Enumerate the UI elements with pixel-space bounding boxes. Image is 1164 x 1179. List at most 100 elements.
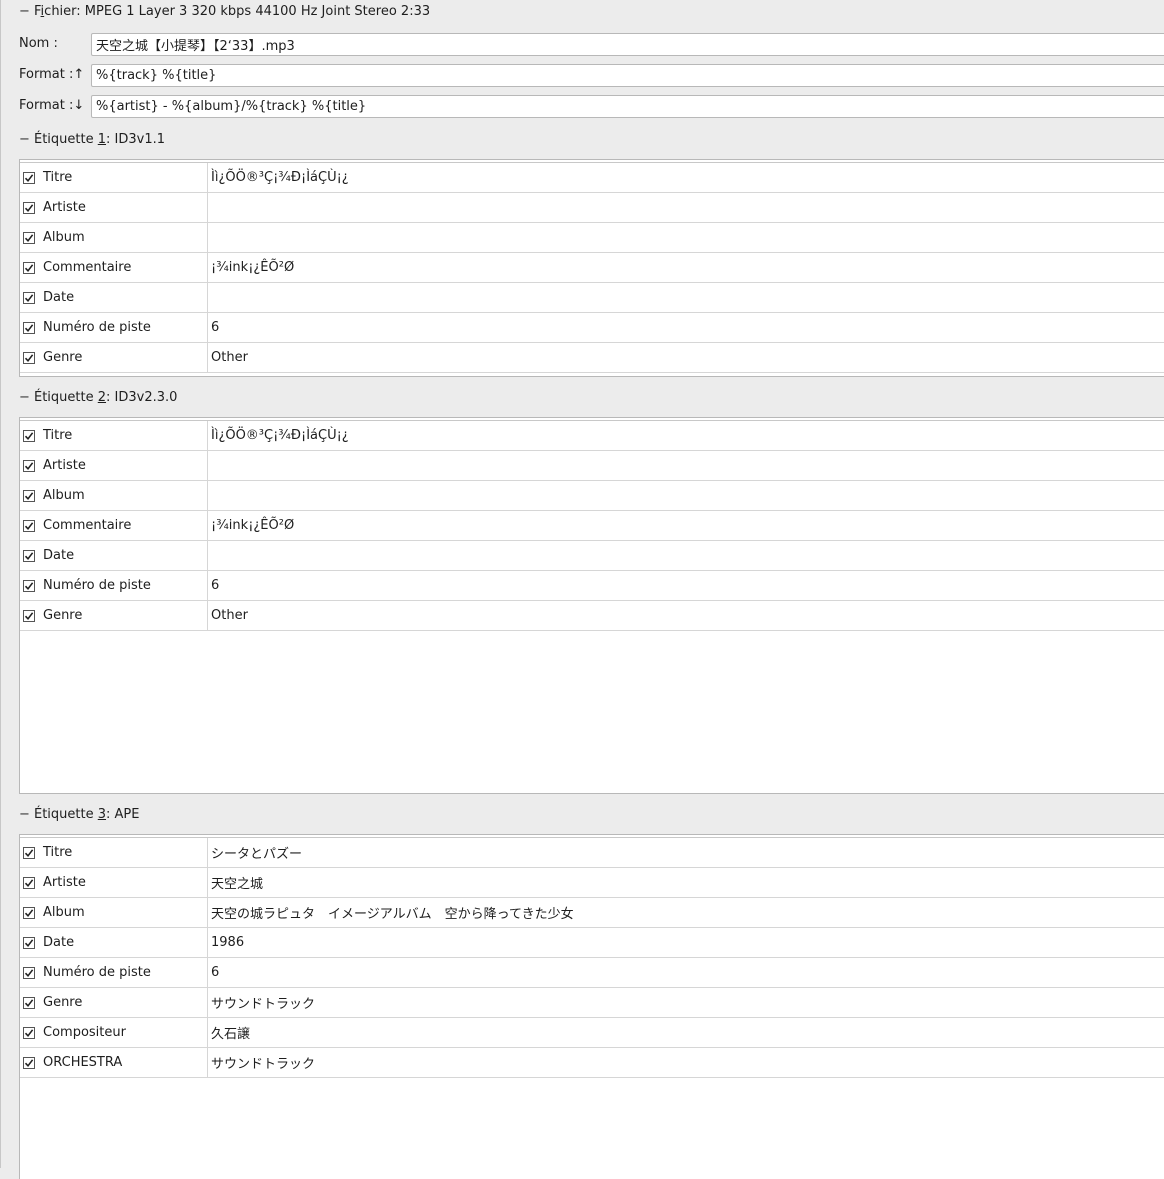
tag-3-title: Étiquette 3: APE	[34, 806, 140, 822]
tag-row[interactable]: Album	[20, 481, 1164, 511]
tag-1-header[interactable]: − Étiquette 1: ID3v1.1	[19, 129, 165, 149]
tag-row[interactable]: ORCHESTRA サウンドトラック	[20, 1048, 1164, 1078]
checkmark-icon	[24, 998, 34, 1007]
field-cell: Titre	[20, 838, 208, 867]
collapse-icon[interactable]: −	[19, 807, 34, 822]
checkbox[interactable]	[23, 459, 35, 472]
checkbox[interactable]	[23, 966, 35, 979]
checkbox[interactable]	[23, 489, 35, 502]
field-cell: Album	[20, 481, 208, 510]
checkmark-icon	[24, 878, 34, 887]
field-cell: Compositeur	[20, 1018, 208, 1047]
checkbox[interactable]	[23, 1026, 35, 1039]
field-value[interactable]: 天空の城ラピュタ イメージアルバム 空から降ってきた少女	[208, 898, 1164, 927]
field-value[interactable]: サウンドトラック	[208, 1048, 1164, 1077]
tag-row[interactable]: Numéro de piste 6	[20, 571, 1164, 601]
collapse-icon[interactable]: −	[19, 4, 34, 19]
tag-row[interactable]: Commentaire ¡¾ink¡¿ÊÕ²Ø	[20, 253, 1164, 283]
format-up-input[interactable]	[91, 64, 1164, 87]
tag-row[interactable]: Titre Ìì¿ÕÖ®³Ç¡¾Ð¡ÌáÇÙ¡¿	[20, 421, 1164, 451]
tag-row[interactable]: Genre Other	[20, 343, 1164, 373]
tag-row[interactable]: Genre Other	[20, 601, 1164, 631]
tag-row[interactable]: Titre Ìì¿ÕÖ®³Ç¡¾Ð¡ÌáÇÙ¡¿	[20, 163, 1164, 193]
field-value[interactable]: 天空之城	[208, 868, 1164, 897]
checkbox[interactable]	[23, 519, 35, 532]
checkbox[interactable]	[23, 609, 35, 622]
format-down-label: Format :↓	[19, 98, 85, 113]
tag-row[interactable]: Date	[20, 283, 1164, 313]
tag-row[interactable]: Album	[20, 223, 1164, 253]
checkmark-icon	[24, 233, 34, 242]
tag-row[interactable]: Compositeur 久石譲	[20, 1018, 1164, 1048]
field-value[interactable]: サウンドトラック	[208, 988, 1164, 1017]
checkbox[interactable]	[23, 171, 35, 184]
checkbox[interactable]	[23, 549, 35, 562]
checkmark-icon	[24, 908, 34, 917]
checkbox[interactable]	[23, 291, 35, 304]
field-value[interactable]: 1986	[208, 928, 1164, 957]
checkmark-icon	[24, 173, 34, 182]
format-down-input[interactable]	[91, 95, 1164, 118]
checkbox[interactable]	[23, 429, 35, 442]
file-info-header[interactable]: − Fichier: MPEG 1 Layer 3 320 kbps 44100…	[19, 1, 430, 21]
field-value[interactable]: Ìì¿ÕÖ®³Ç¡¾Ð¡ÌáÇÙ¡¿	[208, 421, 1164, 450]
window-left-border	[0, 0, 1, 1168]
name-input[interactable]	[91, 33, 1164, 56]
checkbox[interactable]	[23, 936, 35, 949]
tag-row[interactable]: Artiste	[20, 193, 1164, 223]
tag-row[interactable]: Album 天空の城ラピュタ イメージアルバム 空から降ってきた少女	[20, 898, 1164, 928]
checkmark-icon	[24, 293, 34, 302]
field-name: Artiste	[43, 458, 86, 473]
tag-row[interactable]: Date 1986	[20, 928, 1164, 958]
field-value[interactable]: シータとパズー	[208, 838, 1164, 867]
tag-row[interactable]: Artiste	[20, 451, 1164, 481]
tag-row[interactable]: Date	[20, 541, 1164, 571]
checkbox[interactable]	[23, 231, 35, 244]
field-value[interactable]	[208, 223, 1164, 252]
checkbox[interactable]	[23, 261, 35, 274]
tag-3-header[interactable]: − Étiquette 3: APE	[19, 804, 140, 824]
tag-row[interactable]: Genre サウンドトラック	[20, 988, 1164, 1018]
field-value[interactable]: 6	[208, 313, 1164, 342]
field-value[interactable]	[208, 283, 1164, 312]
tag-row[interactable]: Titre シータとパズー	[20, 838, 1164, 868]
checkbox[interactable]	[23, 321, 35, 334]
checkbox[interactable]	[23, 846, 35, 859]
tag-row[interactable]: Commentaire ¡¾ink¡¿ÊÕ²Ø	[20, 511, 1164, 541]
collapse-icon[interactable]: −	[19, 132, 34, 147]
field-name: Numéro de piste	[43, 578, 151, 593]
tag-2-header[interactable]: − Étiquette 2: ID3v2.3.0	[19, 387, 177, 407]
field-cell: Artiste	[20, 451, 208, 480]
field-value[interactable]	[208, 481, 1164, 510]
field-cell: Album	[20, 223, 208, 252]
checkbox[interactable]	[23, 201, 35, 214]
field-value[interactable]: 6	[208, 958, 1164, 987]
field-name: ORCHESTRA	[43, 1055, 123, 1070]
field-value[interactable]: ¡¾ink¡¿ÊÕ²Ø	[208, 511, 1164, 540]
collapse-icon[interactable]: −	[19, 390, 34, 405]
tag-row[interactable]: Numéro de piste 6	[20, 313, 1164, 343]
field-value[interactable]: ¡¾ink¡¿ÊÕ²Ø	[208, 253, 1164, 282]
checkmark-icon	[24, 323, 34, 332]
field-value[interactable]	[208, 193, 1164, 222]
tag-row[interactable]: Artiste 天空之城	[20, 868, 1164, 898]
checkbox[interactable]	[23, 996, 35, 1009]
field-value[interactable]: 久石譲	[208, 1018, 1164, 1047]
field-value[interactable]: 6	[208, 571, 1164, 600]
field-value[interactable]: Ìì¿ÕÖ®³Ç¡¾Ð¡ÌáÇÙ¡¿	[208, 163, 1164, 192]
field-value[interactable]: Other	[208, 601, 1164, 630]
checkbox[interactable]	[23, 876, 35, 889]
checkmark-icon	[24, 353, 34, 362]
field-cell: Date	[20, 928, 208, 957]
field-cell: Numéro de piste	[20, 958, 208, 987]
field-value[interactable]: Other	[208, 343, 1164, 372]
field-name: Commentaire	[43, 518, 132, 533]
field-value[interactable]	[208, 541, 1164, 570]
checkbox[interactable]	[23, 1056, 35, 1069]
checkbox[interactable]	[23, 579, 35, 592]
tag-row[interactable]: Numéro de piste 6	[20, 958, 1164, 988]
checkbox[interactable]	[23, 351, 35, 364]
checkbox[interactable]	[23, 906, 35, 919]
field-value[interactable]	[208, 451, 1164, 480]
field-name: Album	[43, 905, 85, 920]
